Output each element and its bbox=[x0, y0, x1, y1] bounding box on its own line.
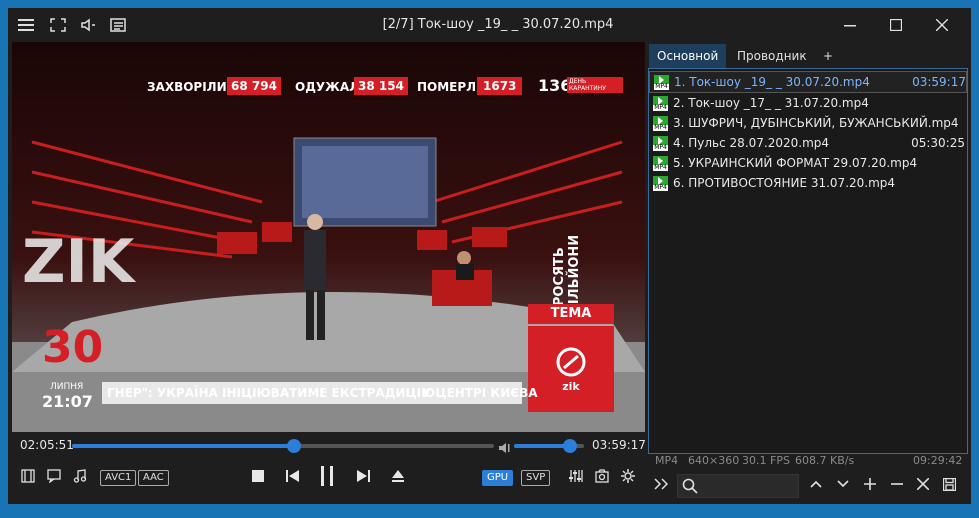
subtitles-icon[interactable] bbox=[44, 465, 64, 487]
player-window: [2/7] Ток-шоу _19_ _ 30.07.20.mp4 ZIK ЗА… bbox=[8, 8, 971, 504]
item-duration: 05:30:25 bbox=[911, 136, 965, 150]
remove-icon[interactable] bbox=[886, 470, 908, 498]
status-format: MP4 bbox=[655, 454, 679, 467]
topic-label: ТЕМА bbox=[528, 304, 614, 324]
stats-bar: ЗАХВОРІЛИ 68 794 ОДУЖАЛИ 38 154 ПОМЕРЛИ … bbox=[147, 76, 547, 98]
close-button[interactable] bbox=[919, 8, 965, 42]
seek-bar[interactable] bbox=[72, 439, 494, 453]
playlist-icon[interactable] bbox=[108, 16, 128, 34]
screenshot-icon[interactable] bbox=[592, 465, 612, 487]
settings-icon[interactable] bbox=[618, 465, 638, 487]
save-icon[interactable] bbox=[938, 470, 960, 498]
fullscreen-icon[interactable] bbox=[48, 16, 68, 34]
tab-main[interactable]: Основной bbox=[649, 44, 727, 68]
audio-track-icon[interactable] bbox=[70, 465, 90, 487]
stat-value-infected: 68 794 bbox=[227, 77, 281, 95]
item-name: 2. Ток-шоу _17_ _ 31.07.20.mp4 bbox=[673, 96, 869, 110]
svp-badge[interactable]: SVP bbox=[521, 470, 551, 486]
previous-button[interactable] bbox=[283, 465, 303, 487]
next-button[interactable] bbox=[353, 465, 373, 487]
file-icon: MP4 bbox=[653, 96, 668, 111]
volume-handle[interactable] bbox=[563, 439, 577, 453]
file-icon: MP4 bbox=[653, 136, 668, 151]
add-icon[interactable] bbox=[859, 470, 881, 498]
playlist-item[interactable]: MP4 1. Ток-шоу _19_ _ 30.07.20.mp4 03:59… bbox=[649, 71, 967, 93]
video-frame[interactable]: ZIK ЗАХВОРІЛИ 68 794 ОДУЖАЛИ 38 154 ПОМЕ… bbox=[12, 42, 645, 432]
status-resolution: 640×360 bbox=[688, 454, 740, 467]
playlist-item[interactable]: MP4 3. ШУФРИЧ, ДУБІНСЬКИЙ, БУЖАНСЬКИЙ.mp… bbox=[649, 113, 965, 133]
status-fps: 30.1 FPS bbox=[742, 454, 790, 467]
quarantine-day-text: ДЕНЬ КАРАНТИНУ bbox=[567, 77, 623, 93]
date-month: ЛИПНЯ bbox=[50, 382, 84, 392]
total-time: 03:59:17 bbox=[592, 438, 646, 452]
gpu-badge[interactable]: GPU bbox=[482, 470, 514, 486]
clear-icon[interactable] bbox=[912, 470, 934, 498]
tab-explorer[interactable]: Проводник bbox=[729, 44, 815, 68]
date-time: 21:07 bbox=[42, 392, 93, 411]
playlist-item[interactable]: MP4 2. Ток-шоу _17_ _ 31.07.20.mp4 bbox=[649, 93, 965, 113]
tab-add[interactable]: + bbox=[815, 44, 841, 68]
playlist-status-bar: MP4 640×360 30.1 FPS 608.7 KB/s 09:29:42 bbox=[647, 454, 967, 468]
playlist-item[interactable]: MP4 6. ПРОТИВОСТОЯНИЕ 31.07.20.mp4 bbox=[649, 173, 965, 193]
move-up-icon[interactable] bbox=[805, 470, 827, 498]
volume-level bbox=[514, 444, 570, 448]
mute-icon[interactable] bbox=[499, 439, 511, 458]
volume-icon[interactable] bbox=[78, 16, 98, 34]
status-total-duration: 09:29:42 bbox=[913, 454, 963, 467]
title-bar: [2/7] Ток-шоу _19_ _ 30.07.20.mp4 bbox=[8, 8, 971, 42]
window-title: [2/7] Ток-шоу _19_ _ 30.07.20.mp4 bbox=[382, 17, 614, 32]
stat-label-deaths: ПОМЕРЛИ bbox=[417, 80, 487, 94]
seek-bar-row: 02:05:51 03:59:17 bbox=[8, 436, 648, 456]
file-icon: MP4 bbox=[653, 116, 668, 131]
ticker-text-2: У ЦЕНТРІ КИЄВА bbox=[422, 386, 538, 400]
film-icon[interactable] bbox=[18, 465, 38, 487]
stat-value-deaths: 1673 bbox=[477, 77, 523, 95]
playlist-tabs: Основной Проводник + bbox=[647, 42, 967, 68]
current-time: 02:05:51 bbox=[20, 438, 74, 452]
seek-handle[interactable] bbox=[286, 439, 301, 453]
video-codec-badge[interactable]: AVC1 bbox=[100, 470, 137, 486]
playlist-panel: Основной Проводник + MP4 1. Ток-шоу _19_… bbox=[647, 42, 968, 468]
search-icon bbox=[682, 478, 698, 494]
equalizer-icon[interactable] bbox=[566, 465, 586, 487]
maximize-button[interactable] bbox=[873, 8, 919, 42]
playlist-search-input[interactable] bbox=[677, 474, 799, 498]
seek-progress bbox=[72, 444, 294, 448]
playlist-item[interactable]: MP4 5. УКРАИНСКИЙ ФОРМАТ 29.07.20.mp4 bbox=[649, 153, 965, 173]
file-icon: MP4 bbox=[653, 156, 668, 171]
file-icon: MP4 bbox=[653, 176, 668, 191]
pause-button[interactable] bbox=[316, 465, 338, 487]
date-day: 30 bbox=[42, 322, 104, 373]
volume-slider[interactable] bbox=[514, 439, 584, 453]
stat-value-recovered: 38 154 bbox=[354, 77, 408, 95]
playlist[interactable]: MP4 1. Ток-шоу _19_ _ 30.07.20.mp4 03:59… bbox=[648, 68, 968, 454]
audio-codec-badge[interactable]: AAC bbox=[138, 470, 169, 486]
stat-label-infected: ЗАХВОРІЛИ bbox=[147, 80, 227, 94]
move-down-icon[interactable] bbox=[832, 470, 854, 498]
playlist-item[interactable]: MP4 4. Пульс 28.07.2020.mp4 05:30:25 bbox=[649, 133, 965, 153]
menu-icon[interactable] bbox=[16, 16, 36, 34]
file-icon: MP4 bbox=[654, 75, 669, 90]
item-name: 3. ШУФРИЧ, ДУБІНСЬКИЙ, БУЖАНСЬКИЙ.mp4 bbox=[673, 116, 959, 130]
ticker-text: ГНЕР": УКРАЇНА ІНІЦІЮВАТИМЕ ЕКСТРАДИЦІЮ bbox=[107, 386, 436, 400]
item-name: 4. Пульс 28.07.2020.mp4 bbox=[673, 136, 830, 150]
vertical-caption: ПРОСЯТЬ МІЛЬЙОНИ bbox=[552, 234, 582, 317]
item-name: 1. Ток-шоу _19_ _ 30.07.20.mp4 bbox=[674, 75, 870, 89]
item-name: 5. УКРАИНСКИЙ ФОРМАТ 29.07.20.mp4 bbox=[673, 156, 918, 170]
collapse-panel-icon[interactable] bbox=[650, 470, 672, 498]
channel-logo-text: zik bbox=[562, 380, 580, 393]
minimize-button[interactable] bbox=[827, 8, 873, 42]
item-duration: 03:59:17 bbox=[912, 75, 966, 89]
status-bitrate: 608.7 KB/s bbox=[795, 454, 855, 467]
svg-text:ZIK: ZIK bbox=[22, 227, 137, 297]
channel-logo-box: zik bbox=[528, 326, 614, 412]
item-name: 6. ПРОТИВОСТОЯНИЕ 31.07.20.mp4 bbox=[673, 176, 896, 190]
stop-button[interactable] bbox=[248, 465, 268, 487]
eject-button[interactable] bbox=[388, 465, 408, 487]
